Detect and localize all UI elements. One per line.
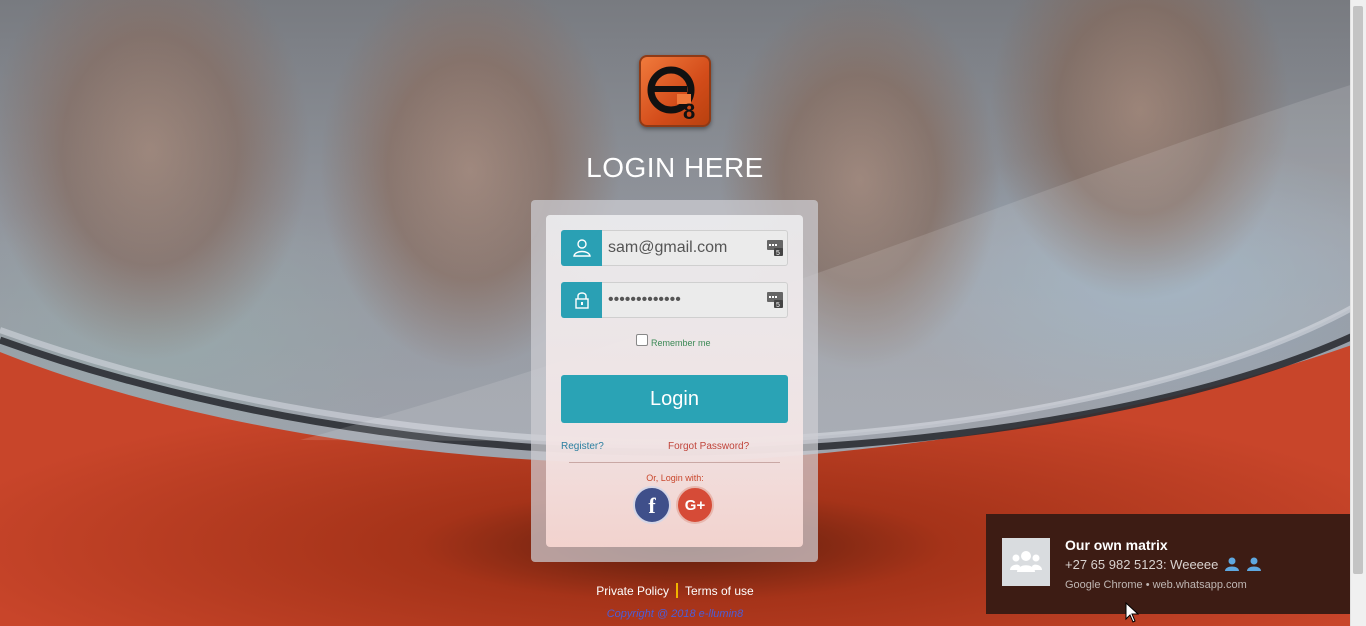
google-plus-icon: G+ [684, 497, 706, 514]
password-manager-icon[interactable]: 5 [766, 239, 784, 257]
forgot-password-link[interactable]: Forgot Password? [668, 441, 749, 452]
social-login-prompt: Or, Login with: [646, 473, 704, 483]
password-manager-icon[interactable]: 5 [766, 291, 784, 309]
email-field[interactable]: sam@gmail.com 5 [561, 230, 788, 266]
user-icon [561, 230, 602, 266]
svg-text:5: 5 [776, 302, 780, 309]
facebook-icon: f [648, 493, 656, 518]
scrollbar-thumb[interactable] [1353, 6, 1363, 574]
footer-links: Private Policy Terms of use [560, 583, 790, 598]
e8-logo-icon: 8 [639, 55, 711, 127]
page-title: LOGIN HERE [586, 152, 764, 183]
password-field[interactable]: ••••••••••••• 5 [561, 282, 788, 318]
emoji-man-icon [1225, 557, 1239, 571]
lock-icon [561, 282, 602, 318]
svg-text:8: 8 [683, 99, 695, 124]
terms-of-use-link[interactable]: Terms of use [685, 584, 754, 598]
google-plus-login-button[interactable]: G+ [676, 486, 714, 524]
group-icon [1002, 538, 1050, 586]
chrome-notification[interactable]: Our own matrix +27 65 982 5123: Weeeee G… [986, 514, 1350, 614]
page-scrollbar[interactable] [1350, 0, 1366, 626]
register-link[interactable]: Register? [561, 441, 604, 452]
login-button[interactable]: Login [561, 375, 788, 423]
footer-separator [676, 583, 678, 598]
notification-title: Our own matrix [1065, 537, 1168, 553]
password-input[interactable]: ••••••••••••• [602, 282, 788, 318]
privacy-policy-link[interactable]: Private Policy [596, 584, 669, 598]
notification-message: +27 65 982 5123: Weeeee [1065, 557, 1262, 572]
copyright-text: Copyright @ 2018 e-llumin8 [606, 608, 744, 620]
svg-text:5: 5 [776, 250, 780, 257]
mouse-cursor-icon [1125, 602, 1139, 623]
email-input[interactable]: sam@gmail.com [602, 230, 788, 266]
remember-me-label[interactable]: Remember me [651, 338, 711, 348]
emoji-man-icon [1246, 557, 1261, 571]
facebook-login-button[interactable]: f [633, 486, 671, 524]
divider [569, 462, 780, 463]
notification-source: Google Chrome • web.whatsapp.com [1065, 579, 1247, 591]
remember-me-checkbox[interactable] [636, 334, 648, 346]
